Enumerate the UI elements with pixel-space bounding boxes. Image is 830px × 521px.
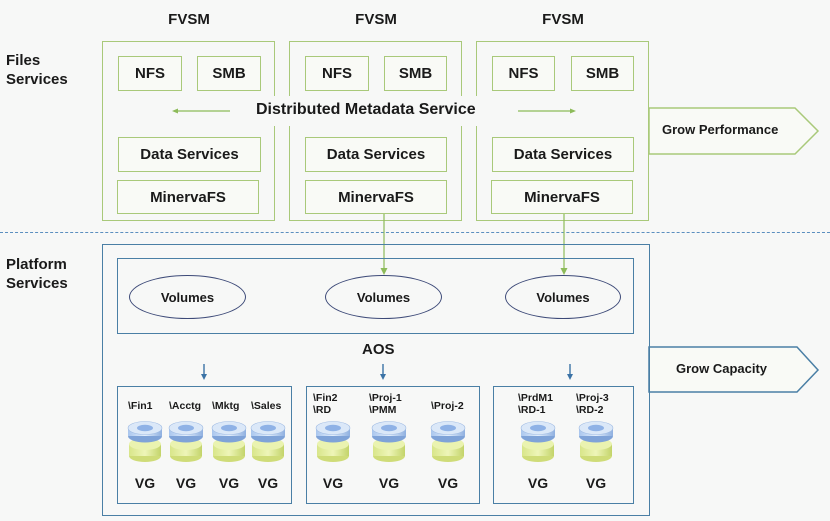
vg-path-label: \Mktg [212, 400, 240, 412]
distributed-metadata-label: Distributed Metadata Service [252, 101, 480, 119]
volume-ellipse-3: Volumes [505, 275, 621, 319]
arrowhead-left-icon [172, 108, 178, 114]
vg-path-label: \Proj-3 \RD-2 [576, 392, 609, 416]
vg-path-label: \Fin2 \RD [313, 392, 338, 416]
volume-group-disk-icon [428, 418, 468, 464]
vg-path-label: \Proj-2 [431, 400, 464, 412]
vg-label: VG [257, 475, 279, 491]
vg-label: VG [134, 475, 156, 491]
aos-label: AOS [362, 341, 395, 358]
grow-capacity-label: Grow Capacity [676, 361, 768, 376]
vg-label: VG [322, 475, 344, 491]
volume-group-disk-icon [313, 418, 353, 464]
vg-path-label: \PrdM1 \RD-1 [518, 392, 554, 416]
volume-ellipse-2: Volumes [325, 275, 442, 319]
vg-label: VG [218, 475, 240, 491]
volume-group-disk-icon [369, 418, 409, 464]
volume-group-disk-icon [518, 418, 558, 464]
volume-ellipse-1: Volumes [129, 275, 246, 319]
volume-group-disk-icon [166, 418, 206, 464]
vg-path-label: \Fin1 [128, 400, 153, 412]
arrowhead-right-icon [570, 108, 576, 114]
vg-label: VG [175, 475, 197, 491]
vg-path-label: \Acctg [169, 400, 202, 412]
grow-performance-label: Grow Performance [662, 122, 779, 137]
vg-path-label: \Sales [251, 400, 282, 412]
vg-label: VG [437, 475, 459, 491]
vg-label: VG [585, 475, 607, 491]
volume-group-disk-icon [125, 418, 165, 464]
volume-group-disk-icon [209, 418, 249, 464]
volume-group-disk-icon [576, 418, 616, 464]
vg-path-label: \Proj-1 \PMM [369, 392, 402, 416]
vg-label: VG [527, 475, 549, 491]
vg-label: VG [378, 475, 400, 491]
volume-group-disk-icon [248, 418, 288, 464]
